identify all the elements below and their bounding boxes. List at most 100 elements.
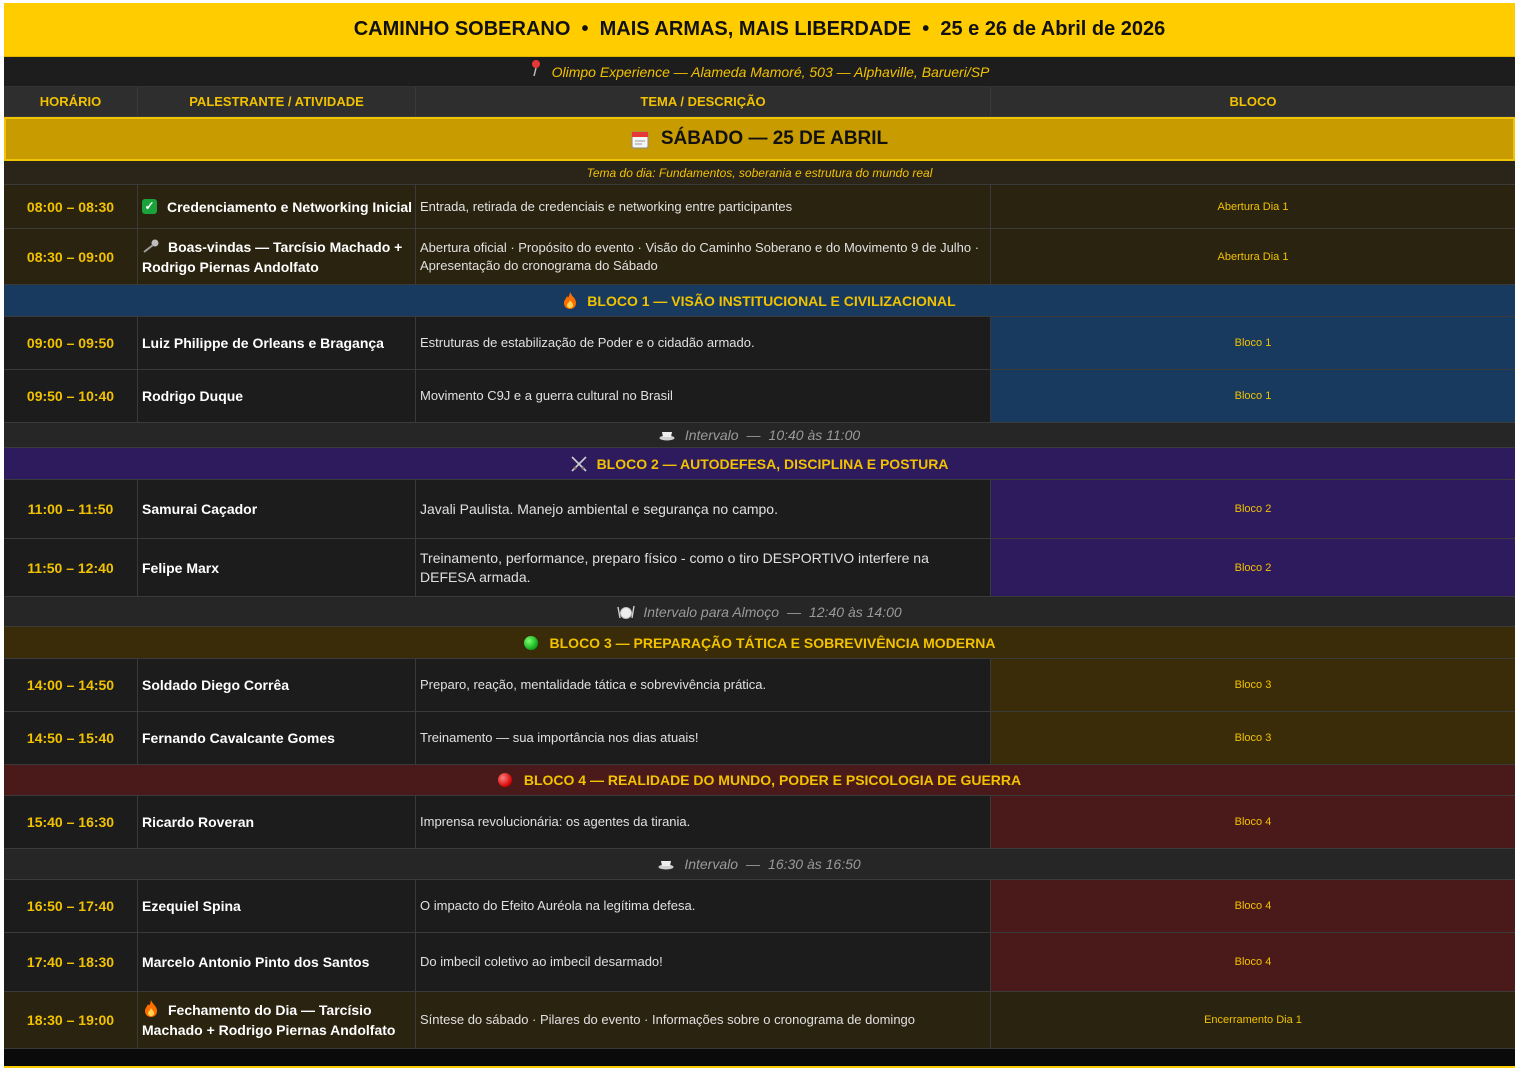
table-row: 09:00 – 09:50 Luiz Philippe de Orleans e… bbox=[4, 317, 1515, 370]
time-cell: 17:40 – 18:30 bbox=[4, 933, 138, 992]
description-cell: Abertura oficial · Propósito do evento ·… bbox=[416, 229, 991, 285]
block-cell: Bloco 4 bbox=[991, 933, 1515, 992]
table-row: 16:50 – 17:40 Ezequiel Spina O impacto d… bbox=[4, 880, 1515, 933]
time-cell: 09:50 – 10:40 bbox=[4, 370, 138, 423]
block-cell: Bloco 1 bbox=[991, 317, 1515, 370]
table-row: 17:40 – 18:30 Marcelo Antonio Pinto dos … bbox=[4, 933, 1515, 992]
bloco2-title: BLOCO 2 — AUTODEFESA, DISCIPLINA E POSTU… bbox=[596, 455, 949, 472]
description-cell: Movimento C9J e a guerra cultural no Bra… bbox=[416, 370, 991, 423]
green-circle-icon bbox=[523, 635, 538, 650]
time-cell: 16:50 – 17:40 bbox=[4, 880, 138, 933]
event-title: CAMINHO SOBERANO • MAIS ARMAS, MAIS LIBE… bbox=[353, 18, 1166, 40]
break-row: Intervalo — 10:40 às 11:00 bbox=[4, 423, 1515, 448]
time-cell: 15:40 – 16:30 bbox=[4, 796, 138, 849]
block-cell: Bloco 3 bbox=[991, 659, 1515, 712]
description-cell: O impacto do Efeito Auréola na legítima … bbox=[416, 880, 991, 933]
description-cell: Do imbecil coletivo ao imbecil desarmado… bbox=[416, 933, 991, 992]
break-cell: Intervalo — 16:30 às 16:50 bbox=[4, 849, 1515, 880]
block-cell: Bloco 4 bbox=[991, 880, 1515, 933]
bottom-accent-line bbox=[4, 1066, 1515, 1068]
description-cell: Entrada, retirada de credenciais e netwo… bbox=[416, 185, 991, 229]
fire-icon bbox=[145, 1000, 157, 1017]
bloco1-header: BLOCO 1 — VISÃO INSTITUCIONAL E CIVILIZA… bbox=[4, 285, 1515, 317]
plate-icon bbox=[617, 605, 636, 619]
break-separator: — bbox=[787, 603, 802, 620]
description-cell: Javali Paulista. Manejo ambiental e segu… bbox=[416, 480, 991, 539]
description-cell: Estruturas de estabilização de Poder e o… bbox=[416, 317, 991, 370]
check-icon: ✓ bbox=[142, 199, 157, 214]
block-cell: Abertura Dia 1 bbox=[991, 229, 1515, 285]
time-cell: 11:50 – 12:40 bbox=[4, 539, 138, 597]
speaker-cell: Luiz Philippe de Orleans e Bragança bbox=[138, 317, 416, 370]
bloco1-title-cell: BLOCO 1 — VISÃO INSTITUCIONAL E CIVILIZA… bbox=[4, 285, 1515, 317]
block-cell: Bloco 1 bbox=[991, 370, 1515, 423]
block-cell: Bloco 2 bbox=[991, 539, 1515, 597]
description-cell: Preparo, reação, mentalidade tática e so… bbox=[416, 659, 991, 712]
table-row: 11:50 – 12:40 Felipe Marx Treinamento, p… bbox=[4, 539, 1515, 597]
pin-icon bbox=[531, 59, 540, 76]
table-row: 15:40 – 16:30 Ricardo Roveran Imprensa r… bbox=[4, 796, 1515, 849]
description-cell: Treinamento, performance, preparo físico… bbox=[416, 539, 991, 597]
speaker-name: Boas-vindas — Tarcísio Machado + Rodrigo… bbox=[142, 238, 403, 275]
red-circle-icon bbox=[497, 773, 512, 787]
day-theme: Tema do dia: Fundamentos, soberania e es… bbox=[4, 161, 1515, 185]
speaker-cell: Fechamento do Dia — Tarcísio Machado + R… bbox=[138, 992, 416, 1049]
break-time: 12:40 às 14:00 bbox=[809, 603, 902, 620]
venue-cell: Olimpo Experience — Alameda Mamoré, 503 … bbox=[4, 57, 1515, 87]
time-cell: 18:30 – 19:00 bbox=[4, 992, 138, 1049]
block-cell: Bloco 4 bbox=[991, 796, 1515, 849]
table-row: 08:00 – 08:30 ✓ Credenciamento e Network… bbox=[4, 185, 1515, 229]
block-cell: Bloco 3 bbox=[991, 712, 1515, 765]
table-row: 14:00 – 14:50 Soldado Diego Corrêa Prepa… bbox=[4, 659, 1515, 712]
column-header-speaker: PALESTRANTE / ATIVIDADE bbox=[138, 87, 416, 117]
bloco4-title: BLOCO 4 — REALIDADE DO MUNDO, PODER E PS… bbox=[523, 772, 1022, 788]
break-cell: Intervalo — 10:40 às 11:00 bbox=[4, 423, 1515, 448]
crossed-swords-icon bbox=[570, 455, 587, 472]
fire-icon bbox=[564, 292, 577, 309]
block-cell: Encerramento Dia 1 bbox=[991, 992, 1515, 1049]
day-header: SÁBADO — 25 DE ABRIL bbox=[4, 117, 1515, 161]
calendar-icon bbox=[631, 131, 649, 149]
time-cell: 08:00 – 08:30 bbox=[4, 185, 138, 229]
venue-text: Olimpo Experience — Alameda Mamoré, 503 … bbox=[551, 63, 990, 80]
microphone-icon bbox=[143, 239, 159, 253]
column-header-block: BLOCO bbox=[991, 87, 1515, 117]
table-row: 08:30 – 09:00 Boas-vindas — Tarcísio Mac… bbox=[4, 229, 1515, 285]
bloco3-title: BLOCO 3 — PREPARAÇÃO TÁTICA E SOBREVIVÊN… bbox=[549, 634, 996, 651]
day-title: SÁBADO — 25 DE ABRIL bbox=[660, 128, 889, 149]
column-header-time: HORÁRIO bbox=[4, 87, 138, 117]
table-row: 11:00 – 11:50 Samurai Caçador Javali Pau… bbox=[4, 480, 1515, 539]
break-separator: — bbox=[746, 856, 761, 872]
break-label: Intervalo bbox=[684, 856, 739, 872]
speaker-cell: Marcelo Antonio Pinto dos Santos bbox=[138, 933, 416, 992]
speaker-name: Fechamento do Dia — Tarcísio Machado + R… bbox=[142, 1002, 396, 1038]
speaker-cell: Rodrigo Duque bbox=[138, 370, 416, 423]
column-headers: HORÁRIO PALESTRANTE / ATIVIDADE TEMA / D… bbox=[4, 87, 1515, 117]
break-separator: — bbox=[746, 427, 761, 443]
description-cell: Síntese do sábado · Pilares do evento · … bbox=[416, 992, 991, 1049]
time-cell: 14:50 – 15:40 bbox=[4, 712, 138, 765]
coffee-icon bbox=[659, 432, 675, 441]
break-time: 16:30 às 16:50 bbox=[768, 856, 861, 872]
bloco2-header: BLOCO 2 — AUTODEFESA, DISCIPLINA E POSTU… bbox=[4, 448, 1515, 480]
break-cell: Intervalo para Almoço — 12:40 às 14:00 bbox=[4, 597, 1515, 627]
time-cell: 08:30 – 09:00 bbox=[4, 229, 138, 285]
break-label: Intervalo bbox=[684, 427, 739, 443]
speaker-cell: Ricardo Roveran bbox=[138, 796, 416, 849]
break-label: Intervalo para Almoço bbox=[643, 603, 780, 620]
bloco1-title: BLOCO 1 — VISÃO INSTITUCIONAL E CIVILIZA… bbox=[587, 292, 956, 309]
speaker-cell: Felipe Marx bbox=[138, 539, 416, 597]
schedule-sheet: CAMINHO SOBERANO • MAIS ARMAS, MAIS LIBE… bbox=[4, 3, 1515, 1067]
bloco3-header: BLOCO 3 — PREPARAÇÃO TÁTICA E SOBREVIVÊN… bbox=[4, 627, 1515, 659]
speaker-cell: Fernando Cavalcante Gomes bbox=[138, 712, 416, 765]
speaker-cell: Soldado Diego Corrêa bbox=[138, 659, 416, 712]
time-cell: 14:00 – 14:50 bbox=[4, 659, 138, 712]
description-cell: Imprensa revolucionária: os agentes da t… bbox=[416, 796, 991, 849]
speaker-name: Credenciamento e Networking Inicial bbox=[167, 198, 413, 215]
event-title-bar: CAMINHO SOBERANO • MAIS ARMAS, MAIS LIBE… bbox=[4, 3, 1515, 57]
block-cell: Bloco 2 bbox=[991, 480, 1515, 539]
break-row: Intervalo — 16:30 às 16:50 bbox=[4, 849, 1515, 880]
coffee-icon bbox=[658, 861, 674, 870]
speaker-cell: Samurai Caçador bbox=[138, 480, 416, 539]
time-cell: 11:00 – 11:50 bbox=[4, 480, 138, 539]
